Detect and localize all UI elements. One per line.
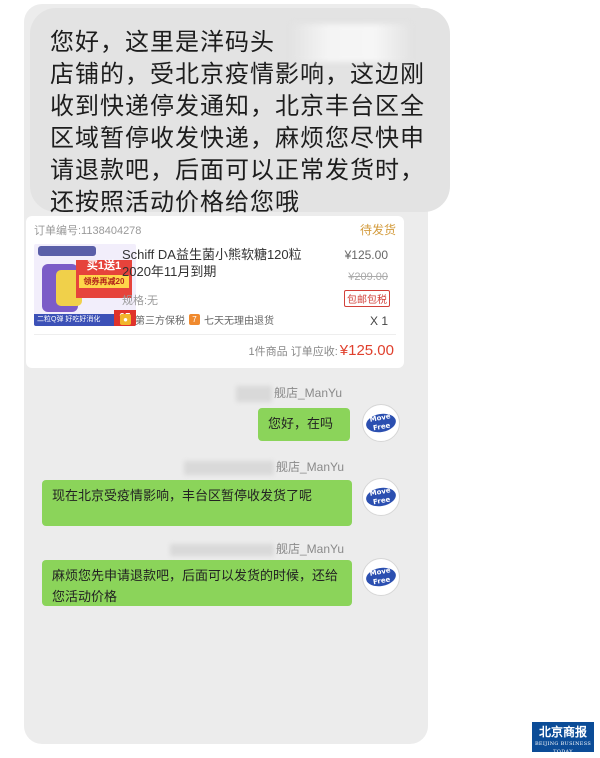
order-status: 待发货: [359, 223, 396, 237]
chat-bubble: 麻烦您先申请退款吧，后面可以发货的时候，还给您活动价格: [42, 560, 352, 606]
brand-strip: [38, 246, 96, 256]
product-tags: ● 第三方保税 7 七天无理由退货: [120, 312, 274, 327]
chat-text: 您好，在吗: [268, 417, 334, 432]
sender-name: 舰店_ManYu: [170, 540, 344, 557]
order-summary: 1件商品 订单应收: ¥125.00: [249, 342, 394, 359]
tag-return: 七天无理由退货: [204, 316, 274, 327]
sender-name: 舰店_ManYu: [236, 384, 342, 402]
redaction-blur: [292, 24, 410, 62]
seven-icon: 7: [189, 314, 200, 325]
redaction-blur: [184, 460, 274, 475]
move-free-logo-icon: Move Free: [364, 565, 398, 589]
summary-amount: ¥125.00: [339, 342, 394, 359]
sender-name-text: 舰店_ManYu: [276, 460, 345, 474]
avatar[interactable]: Move Free: [362, 404, 400, 442]
merchant-message-bubble: 您好，这里是洋码头 店铺的，受北京疫情影响，这边刚收到快递停发通知，北京丰台区全…: [30, 8, 450, 216]
sender-name: 舰店_ManYu: [184, 458, 344, 475]
summary-label: 1件商品 订单应收:: [248, 346, 338, 358]
chat-text: 麻烦您先申请退款吧，后面可以发货的时候，还给您活动价格: [52, 569, 339, 605]
sender-name-text: 舰店_ManYu: [276, 542, 345, 556]
move-free-logo-icon: Move Free: [364, 411, 398, 435]
product-price: ¥125.00: [344, 248, 388, 262]
watermark-en: BEIJING BUSINESS TODAY: [534, 741, 592, 755]
tag-bonded: 第三方保税: [135, 316, 185, 327]
avatar[interactable]: Move Free: [362, 558, 400, 596]
chat-bubble: 现在北京受疫情影响，丰台区暂停收发货了呢: [42, 480, 352, 526]
quantity: X 1: [369, 314, 388, 328]
redaction-blur: [170, 543, 274, 556]
chat-text: 现在北京受疫情影响，丰台区暂停收发货了呢: [52, 489, 313, 504]
shipping-badge: 包邮包税: [344, 290, 390, 307]
original-price: ¥209.00: [348, 271, 388, 283]
sender-name-text: 舰店_ManYu: [274, 386, 343, 400]
product-title[interactable]: Schiff DA益生菌小熊软糖120粒 2020年11月到期: [122, 246, 330, 280]
order-number: 订单编号:1138404278: [34, 225, 142, 237]
watermark-cn: 北京商报: [538, 725, 587, 739]
product-spec: 规格:无: [122, 295, 159, 307]
divider: [34, 334, 396, 335]
redaction-blur: [236, 385, 272, 402]
beijing-business-today-logo: 北京商报 BEIJING BUSINESS TODAY: [532, 722, 594, 755]
chat-bubble: 您好，在吗: [258, 408, 350, 441]
move-free-logo-icon: Move Free: [364, 485, 398, 509]
shield-icon: ●: [120, 314, 131, 325]
order-card[interactable]: 订单编号:1138404278 待发货 买1送1 领券再减20 二粒Q弹 好吃好…: [26, 216, 404, 368]
avatar[interactable]: Move Free: [362, 478, 400, 516]
